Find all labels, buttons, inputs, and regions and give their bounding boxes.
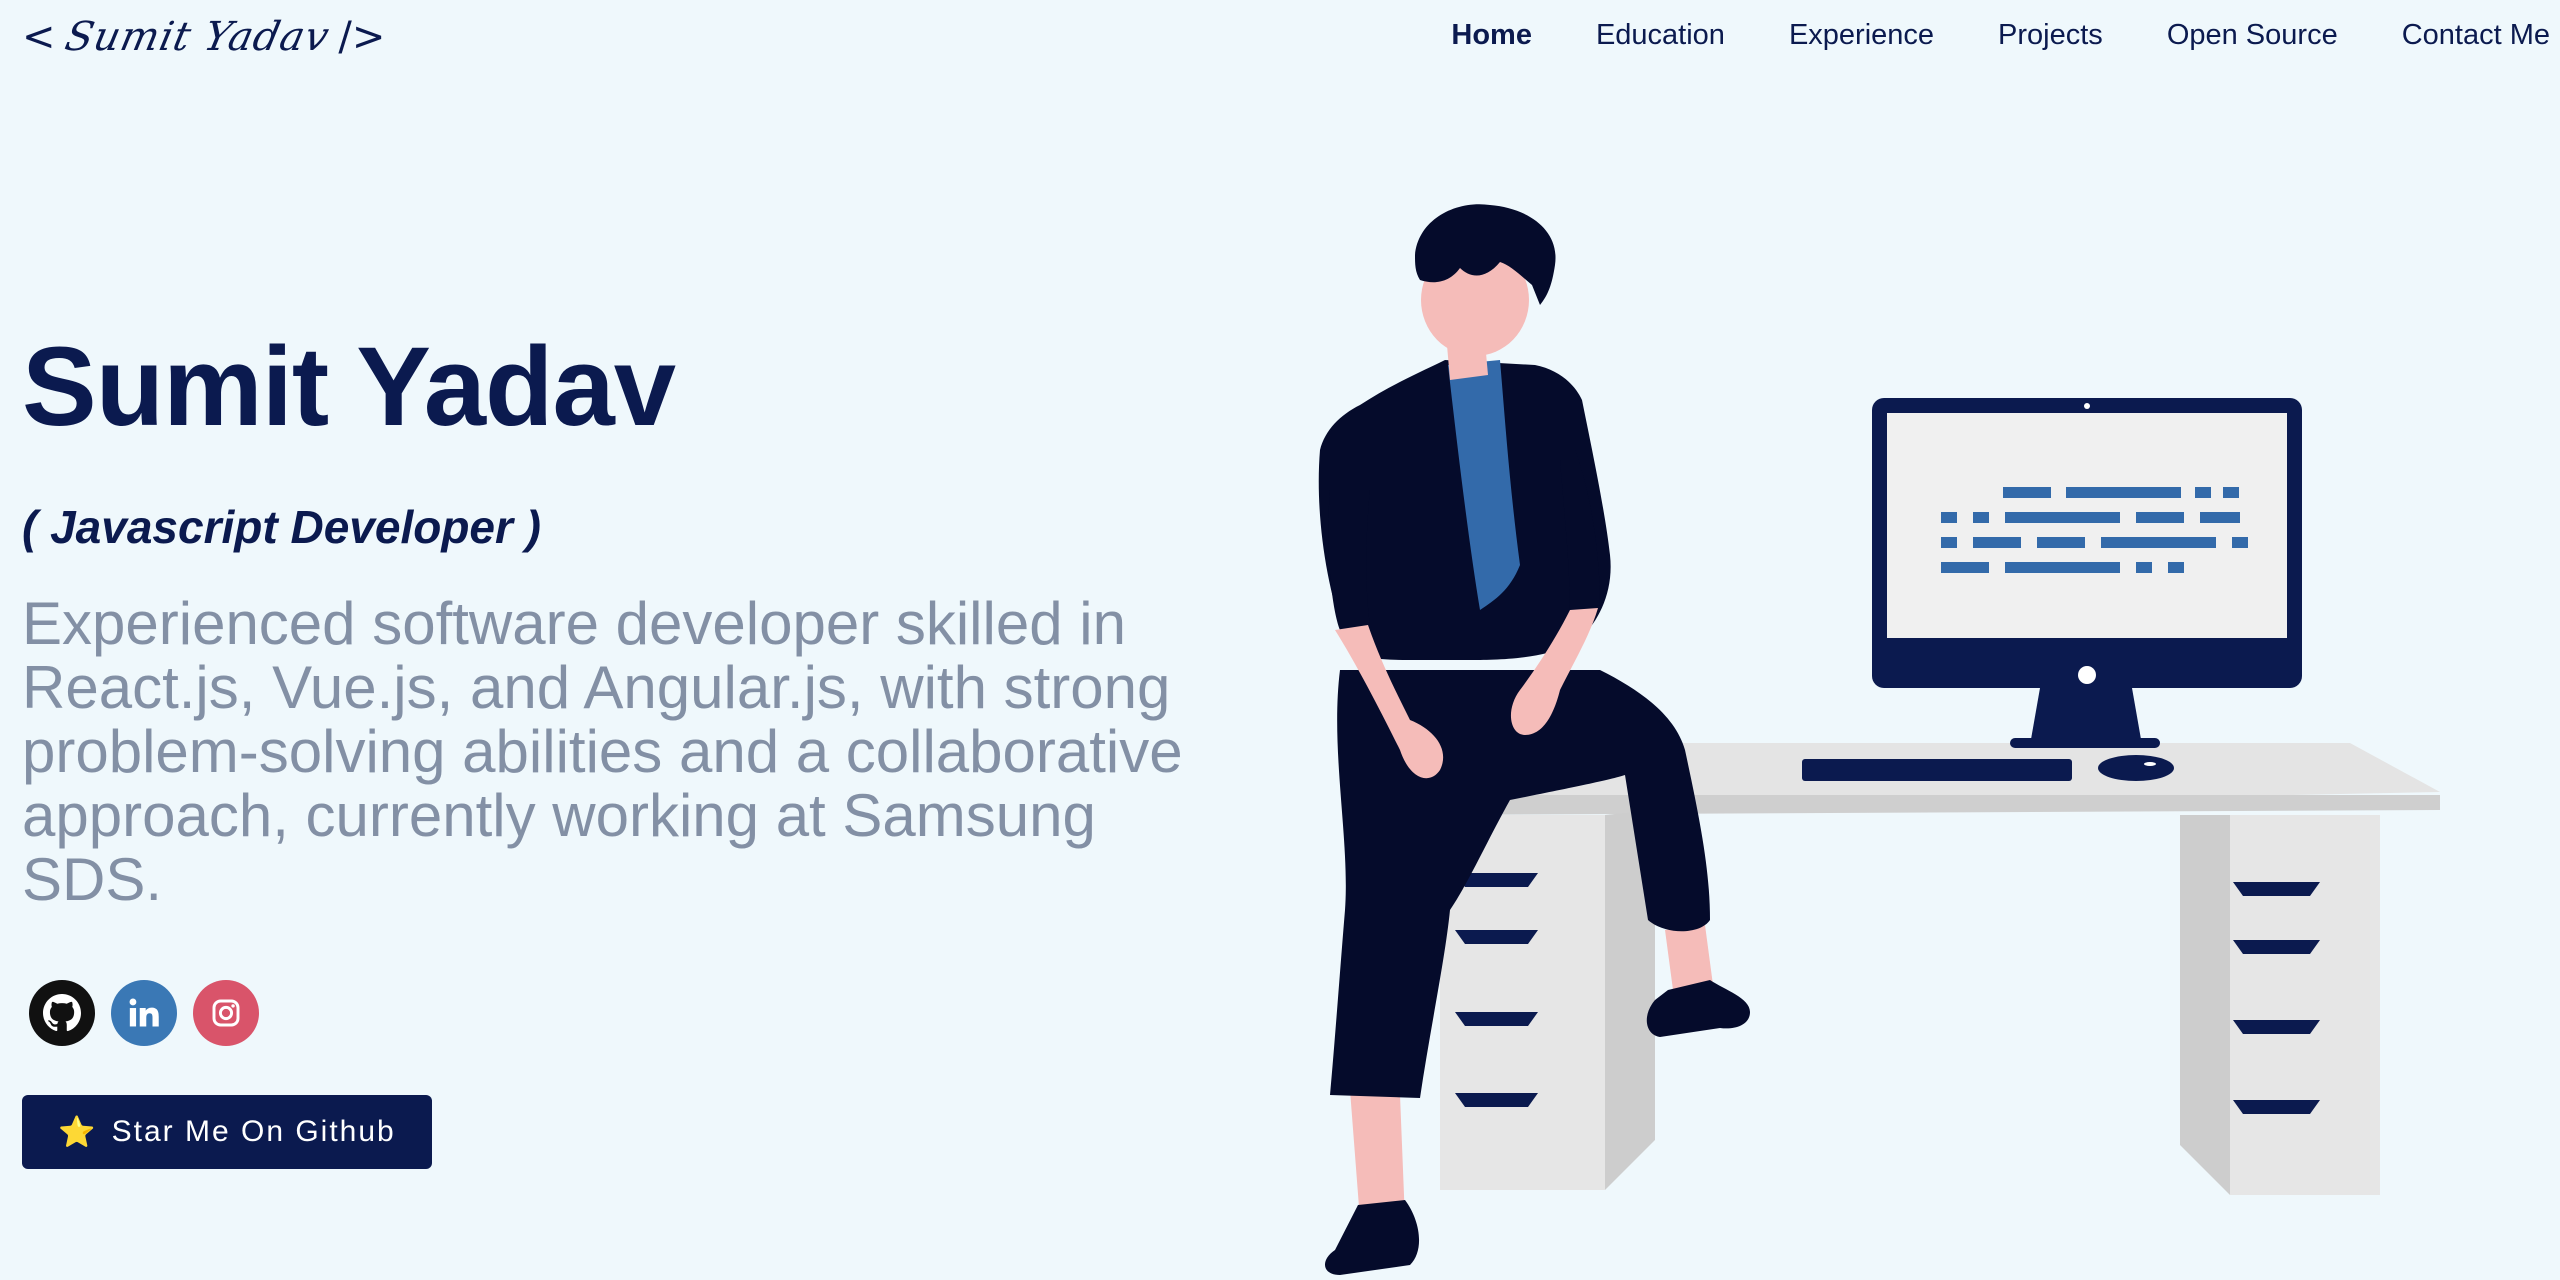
logo-signature: Sumit Yadav	[60, 14, 334, 60]
nav-item-home[interactable]: Home	[1451, 19, 1532, 52]
instagram-link[interactable]	[193, 980, 259, 1046]
linkedin-icon	[129, 998, 159, 1027]
social-links	[29, 980, 259, 1046]
star-icon: ⭐	[58, 1114, 98, 1150]
nav-item-open-source[interactable]: Open Source	[2167, 19, 2338, 52]
linkedin-link[interactable]	[111, 980, 177, 1046]
github-link[interactable]	[29, 980, 95, 1046]
nav-item-projects[interactable]: Projects	[1998, 19, 2103, 52]
keyboard	[1802, 759, 2072, 781]
hero-name: Sumit Yadav	[22, 324, 676, 449]
hero-description: Experienced software developer skilled i…	[22, 590, 1183, 913]
logo-close-bracket: />	[338, 14, 386, 60]
desk	[1420, 743, 2440, 1195]
instagram-icon	[212, 999, 240, 1027]
top-header: < Sumit Yadav /> Home Education Experien…	[0, 0, 2560, 70]
nav-item-contact-me[interactable]: Contact Me	[2402, 19, 2550, 52]
github-icon	[43, 994, 81, 1032]
developer-illustration	[1318, 204, 2440, 1275]
monitor	[1872, 398, 2302, 748]
mouse	[2098, 755, 2174, 781]
portfolio-page: < Sumit Yadav /> Home Education Experien…	[0, 0, 2560, 1280]
star-on-github-button[interactable]: ⭐ Star Me On Github	[22, 1095, 432, 1169]
logo[interactable]: < Sumit Yadav />	[22, 2, 385, 72]
main-nav: Home Education Experience Projects Open …	[1387, 0, 2550, 70]
star-button-label: Star Me On Github	[111, 1115, 396, 1148]
logo-open-bracket: <	[22, 14, 56, 60]
nav-item-experience[interactable]: Experience	[1789, 19, 1934, 52]
nav-item-education[interactable]: Education	[1596, 19, 1725, 52]
hero-role: ( Javascript Developer )	[22, 501, 542, 553]
